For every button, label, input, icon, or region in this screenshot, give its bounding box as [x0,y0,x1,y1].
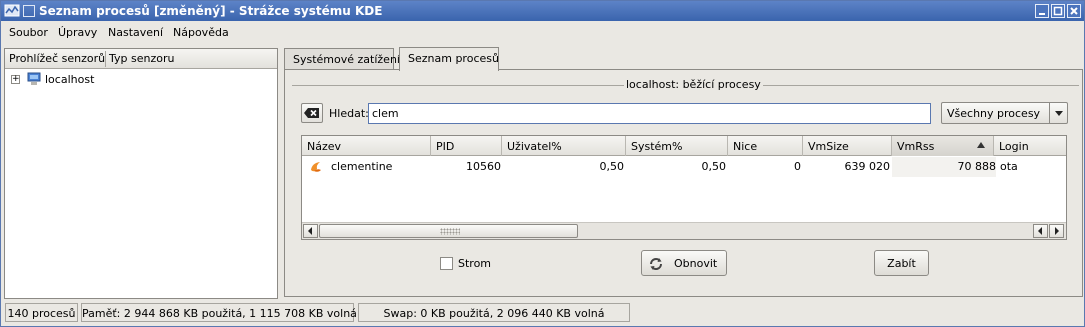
kill-button[interactable]: Zabít [874,250,929,276]
scroll-left-button-2[interactable] [1033,224,1048,238]
clear-text-icon [304,108,319,118]
status-process-count: 140 procesů [5,303,78,322]
status-bar: 140 procesů Paměť: 2 944 868 KB použitá,… [1,302,1084,326]
column-name[interactable]: Název [302,136,431,156]
sticky-icon[interactable] [23,5,35,17]
search-label: Hledat: [329,107,369,120]
chevron-down-icon[interactable] [1049,103,1067,123]
title-bar[interactable]: Seznam procesů [změněný] - Strážce systé… [1,1,1084,21]
cell-login: ota [1000,160,1018,173]
menu-edit[interactable]: Úpravy [58,26,97,39]
tree-view-label[interactable]: Strom [458,257,491,270]
cell-name: clementine [331,160,393,173]
scroll-right-button[interactable] [1049,224,1064,238]
window-title: Seznam procesů [změněný] - Strážce systé… [39,4,383,18]
column-pid[interactable]: PID [431,136,502,156]
expand-icon[interactable]: + [11,75,20,84]
column-vmrss[interactable]: VmRss [892,136,994,156]
process-filter-value: Všechny procesy [947,107,1041,120]
column-user-pct[interactable]: Uživatel% [502,136,626,156]
cell-vmrss: 70 888 [892,157,996,177]
cell-vmsize: 639 020 [844,160,891,173]
process-table[interactable]: Název PID Uživatel% Systém% Nice VmSize … [301,135,1067,240]
computer-icon [27,72,41,86]
column-system-pct[interactable]: Systém% [626,136,728,156]
refresh-button[interactable]: Obnovit [641,250,727,276]
minimize-button[interactable] [1035,4,1049,18]
column-nice[interactable]: Nice [728,136,803,156]
process-table-header: Název PID Uživatel% Systém% Nice VmSize … [302,136,1066,156]
tab-process-list[interactable]: Seznam procesů [399,47,499,71]
column-login[interactable]: Login [994,136,1066,156]
grip-icon [440,228,460,235]
sort-ascending-icon [977,142,985,148]
menu-bar: Soubor Úpravy Nastavení Nápověda [1,22,1084,44]
close-button[interactable] [1067,4,1081,18]
clear-search-button[interactable] [301,103,323,123]
tab-system-load[interactable]: Systémové zatížení [284,48,400,70]
app-menu-icon[interactable] [4,3,20,19]
menu-help[interactable]: Nápověda [173,26,229,39]
cell-system-pct: 0,50 [701,160,727,173]
scrollbar-thumb[interactable] [319,224,578,238]
tree-view-checkbox[interactable] [440,257,453,270]
clementine-icon [309,160,323,174]
scroll-left-button[interactable] [303,224,318,238]
column-vmsize[interactable]: VmSize [803,136,892,156]
sensor-browser[interactable]: Prohlížeč senzorů Typ senzoru + localhos… [4,48,278,299]
cell-pid: 10560 [466,160,501,173]
column-sensor-browser[interactable]: Prohlížeč senzorů [9,52,105,65]
menu-settings[interactable]: Nastavení [108,26,163,39]
maximize-button[interactable] [1051,4,1065,18]
process-frame-title: localhost: běžící procesy [624,78,763,91]
search-input[interactable] [368,103,931,124]
sensor-browser-header: Prohlížeč senzorů Typ senzoru [5,49,277,69]
cell-nice: 0 [794,160,801,173]
horizontal-scrollbar[interactable] [302,222,1066,239]
process-filter-select[interactable]: Všechny procesy [941,102,1068,124]
refresh-button-label: Obnovit [674,257,718,270]
column-sensor-type[interactable]: Typ senzoru [109,52,174,65]
cell-user-pct: 0,50 [599,160,625,173]
main-window: Seznam procesů [změněný] - Strážce systé… [0,0,1085,327]
refresh-icon [650,258,662,270]
kill-button-label: Zabít [887,257,916,270]
tree-item-localhost[interactable]: + localhost [11,72,131,88]
column-separator[interactable] [105,51,106,67]
status-memory: Paměť: 2 944 868 KB použitá, 1 115 708 K… [81,303,357,322]
tree-item-label: localhost [45,73,95,86]
column-vmrss-label: VmRss [897,140,935,153]
menu-file[interactable]: Soubor [9,26,48,39]
status-swap: Swap: 0 KB použitá, 2 096 440 KB volná [358,303,630,322]
table-row[interactable]: clementine 10560 0,50 0,50 0 639 020 70 … [302,157,1066,177]
